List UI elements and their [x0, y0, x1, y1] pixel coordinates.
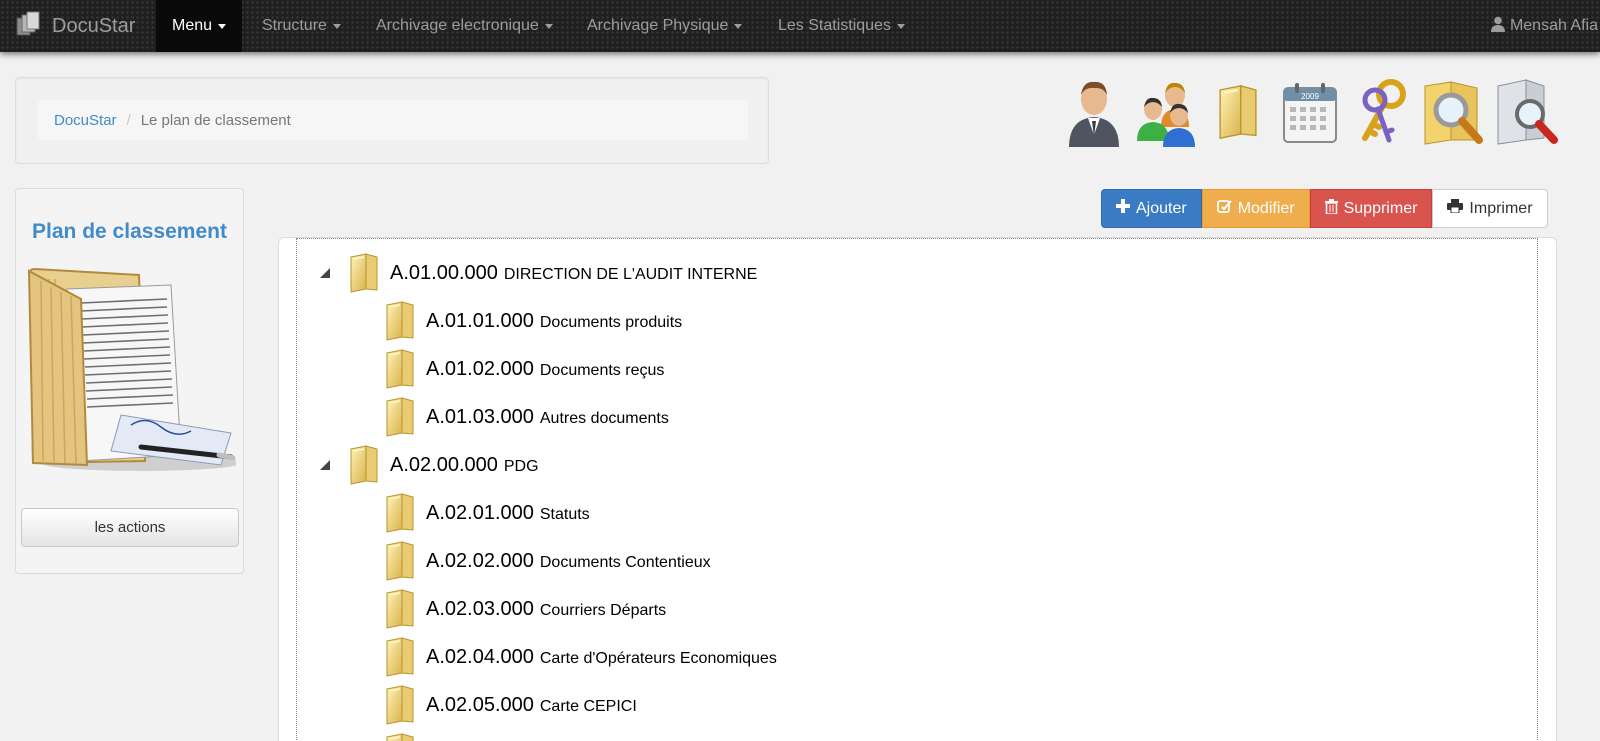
sidebar-panel: Plan de classement les actions: [15, 188, 244, 574]
breadcrumb: DocuStar / Le plan de classement: [38, 100, 748, 140]
brand[interactable]: DocuStar: [14, 0, 135, 52]
document-search-icon[interactable]: [1490, 76, 1562, 148]
printer-icon: [1447, 199, 1464, 218]
nav-statistiques[interactable]: Les Statistiques: [762, 0, 921, 52]
user-icon: [1490, 16, 1505, 37]
classification-tree: A.01.00.000 DIRECTION DE L'AUDIT INTERNE…: [296, 238, 1538, 741]
caret-down-icon: [544, 23, 553, 29]
sidebar-title: Plan de classement: [32, 220, 227, 243]
breadcrumb-home-link[interactable]: DocuStar: [54, 112, 117, 129]
nav-statistiques-label: Les Statistiques: [778, 17, 891, 34]
top-navbar: DocuStar Menu Structure Archivage electr…: [0, 0, 1600, 52]
trash-icon: [1324, 198, 1338, 219]
quick-icons-toolbar: 2009: [1058, 76, 1562, 148]
tree-node-label: Documents produits: [539, 314, 683, 331]
tree-node[interactable]: A.02.01.000 Statuts: [348, 489, 590, 537]
tree-node-code: A.01.00.000: [390, 261, 498, 284]
tree-node-code: A.01.02.000: [426, 357, 534, 380]
folder-icon: [348, 445, 380, 485]
nav-structure[interactable]: Structure: [246, 0, 357, 52]
tree-node-label: Courriers Départs: [539, 602, 667, 619]
user-icon[interactable]: [1058, 76, 1130, 148]
folder-icon: [384, 301, 416, 341]
tree-actions-group: Ajouter Modifier Supprimer Imprimer: [1101, 189, 1548, 228]
breadcrumb-current: Le plan de classement: [140, 111, 291, 129]
tree-node-code: A.02.01.000: [426, 501, 534, 524]
tree-node-code: A.01.03.000: [426, 405, 534, 428]
caret-down-icon: [332, 23, 341, 29]
archive-folder-illustration: [21, 265, 241, 475]
tree-node[interactable]: A.01.00.000 DIRECTION DE L'AUDIT INTERNE: [312, 249, 757, 297]
tree-node-code: A.02.04.000: [426, 645, 534, 668]
delete-button-label: Supprimer: [1343, 199, 1418, 217]
tree-node-label: Carte CEPICI: [539, 698, 637, 715]
print-button-label: Imprimer: [1469, 199, 1533, 217]
tree-node-label: Carte d'Opérateurs Economiques: [539, 650, 777, 667]
add-button-label: Ajouter: [1136, 199, 1187, 217]
tree-node[interactable]: A.02.04.000 Carte d'Opérateurs Economiqu…: [348, 633, 777, 681]
user-menu[interactable]: Mensah Afia: [1490, 0, 1598, 52]
nav-archivage-physique[interactable]: Archivage Physique: [571, 0, 758, 52]
tree-node-label: Statuts: [539, 506, 590, 523]
delete-button[interactable]: Supprimer: [1309, 189, 1433, 228]
folder-search-icon[interactable]: [1418, 76, 1490, 148]
folder-icon: [384, 349, 416, 389]
tree-node-label: Autres documents: [539, 410, 669, 427]
folder-icon: [384, 541, 416, 581]
edit-button[interactable]: Modifier: [1201, 189, 1310, 228]
tree-node-label: Documents Contentieux: [539, 554, 711, 571]
tree-node-code: A.01.01.000: [426, 309, 534, 332]
tree-node-label: DIRECTION DE L'AUDIT INTERNE: [503, 266, 758, 283]
folder-icon: [384, 637, 416, 677]
breadcrumb-well: DocuStar / Le plan de classement: [15, 77, 769, 164]
users-group-icon[interactable]: [1130, 76, 1202, 148]
classification-tree-panel: A.01.00.000 DIRECTION DE L'AUDIT INTERNE…: [278, 237, 1557, 741]
tree-node[interactable]: A.01.01.000 Documents produits: [348, 297, 682, 345]
print-button[interactable]: Imprimer: [1432, 189, 1548, 228]
keys-icon[interactable]: [1346, 76, 1418, 148]
tree-node[interactable]: A.01.03.000 Autres documents: [348, 393, 669, 441]
folder-icon: [384, 733, 416, 741]
nav-archivage-physique-label: Archivage Physique: [587, 17, 729, 34]
plus-icon: [1116, 199, 1130, 218]
actions-button[interactable]: les actions: [21, 508, 239, 547]
docustar-logo-icon: [14, 10, 42, 43]
svg-text:2009: 2009: [1301, 92, 1319, 101]
nav-archivage-electronique[interactable]: Archivage electronique: [360, 0, 569, 52]
folder-icon: [384, 397, 416, 437]
nav-archivage-electronique-label: Archivage electronique: [376, 17, 539, 34]
tree-node[interactable]: A.02.03.000 Courriers Départs: [348, 585, 666, 633]
brand-name: DocuStar: [52, 14, 136, 37]
collapse-toggle-icon[interactable]: [318, 458, 332, 472]
tree-node-label: Documents reçus: [539, 362, 665, 379]
user-name: Mensah Afia: [1509, 17, 1598, 34]
collapse-toggle-icon[interactable]: [318, 266, 332, 280]
tree-node[interactable]: A.02.02.000 Documents Contentieux: [348, 537, 711, 585]
breadcrumb-separator: /: [126, 111, 131, 129]
tree-node-label: PDG: [503, 458, 539, 475]
tree-node-code: A.02.00.000: [390, 453, 498, 476]
tree-node-code: A.02.03.000: [426, 597, 534, 620]
tree-node-code: A.02.02.000: [426, 549, 534, 572]
caret-down-icon: [218, 23, 227, 29]
tree-node[interactable]: A.01.02.000 Documents reçus: [348, 345, 664, 393]
nav-structure-label: Structure: [262, 17, 327, 34]
nav-menu[interactable]: Menu: [156, 0, 243, 52]
edit-icon: [1216, 199, 1232, 219]
tree-node-code: A.02.05.000: [426, 693, 534, 716]
tree-node[interactable]: A.02.00.000 PDG: [312, 441, 539, 489]
caret-down-icon: [896, 23, 905, 29]
folder-icon: [384, 685, 416, 725]
calendar-icon[interactable]: 2009: [1274, 76, 1346, 148]
nav-menu-label: Menu: [172, 17, 213, 34]
caret-down-icon: [734, 23, 743, 29]
tree-node[interactable]: A.02.05.000 Carte CEPICI: [348, 681, 637, 729]
add-button[interactable]: Ajouter: [1101, 189, 1202, 228]
folder-icon: [384, 493, 416, 533]
edit-button-label: Modifier: [1237, 199, 1295, 217]
folder-icon: [384, 589, 416, 629]
tree-node[interactable]: [348, 729, 432, 741]
folder-icon: [348, 253, 380, 293]
folder-icon[interactable]: [1202, 76, 1274, 148]
